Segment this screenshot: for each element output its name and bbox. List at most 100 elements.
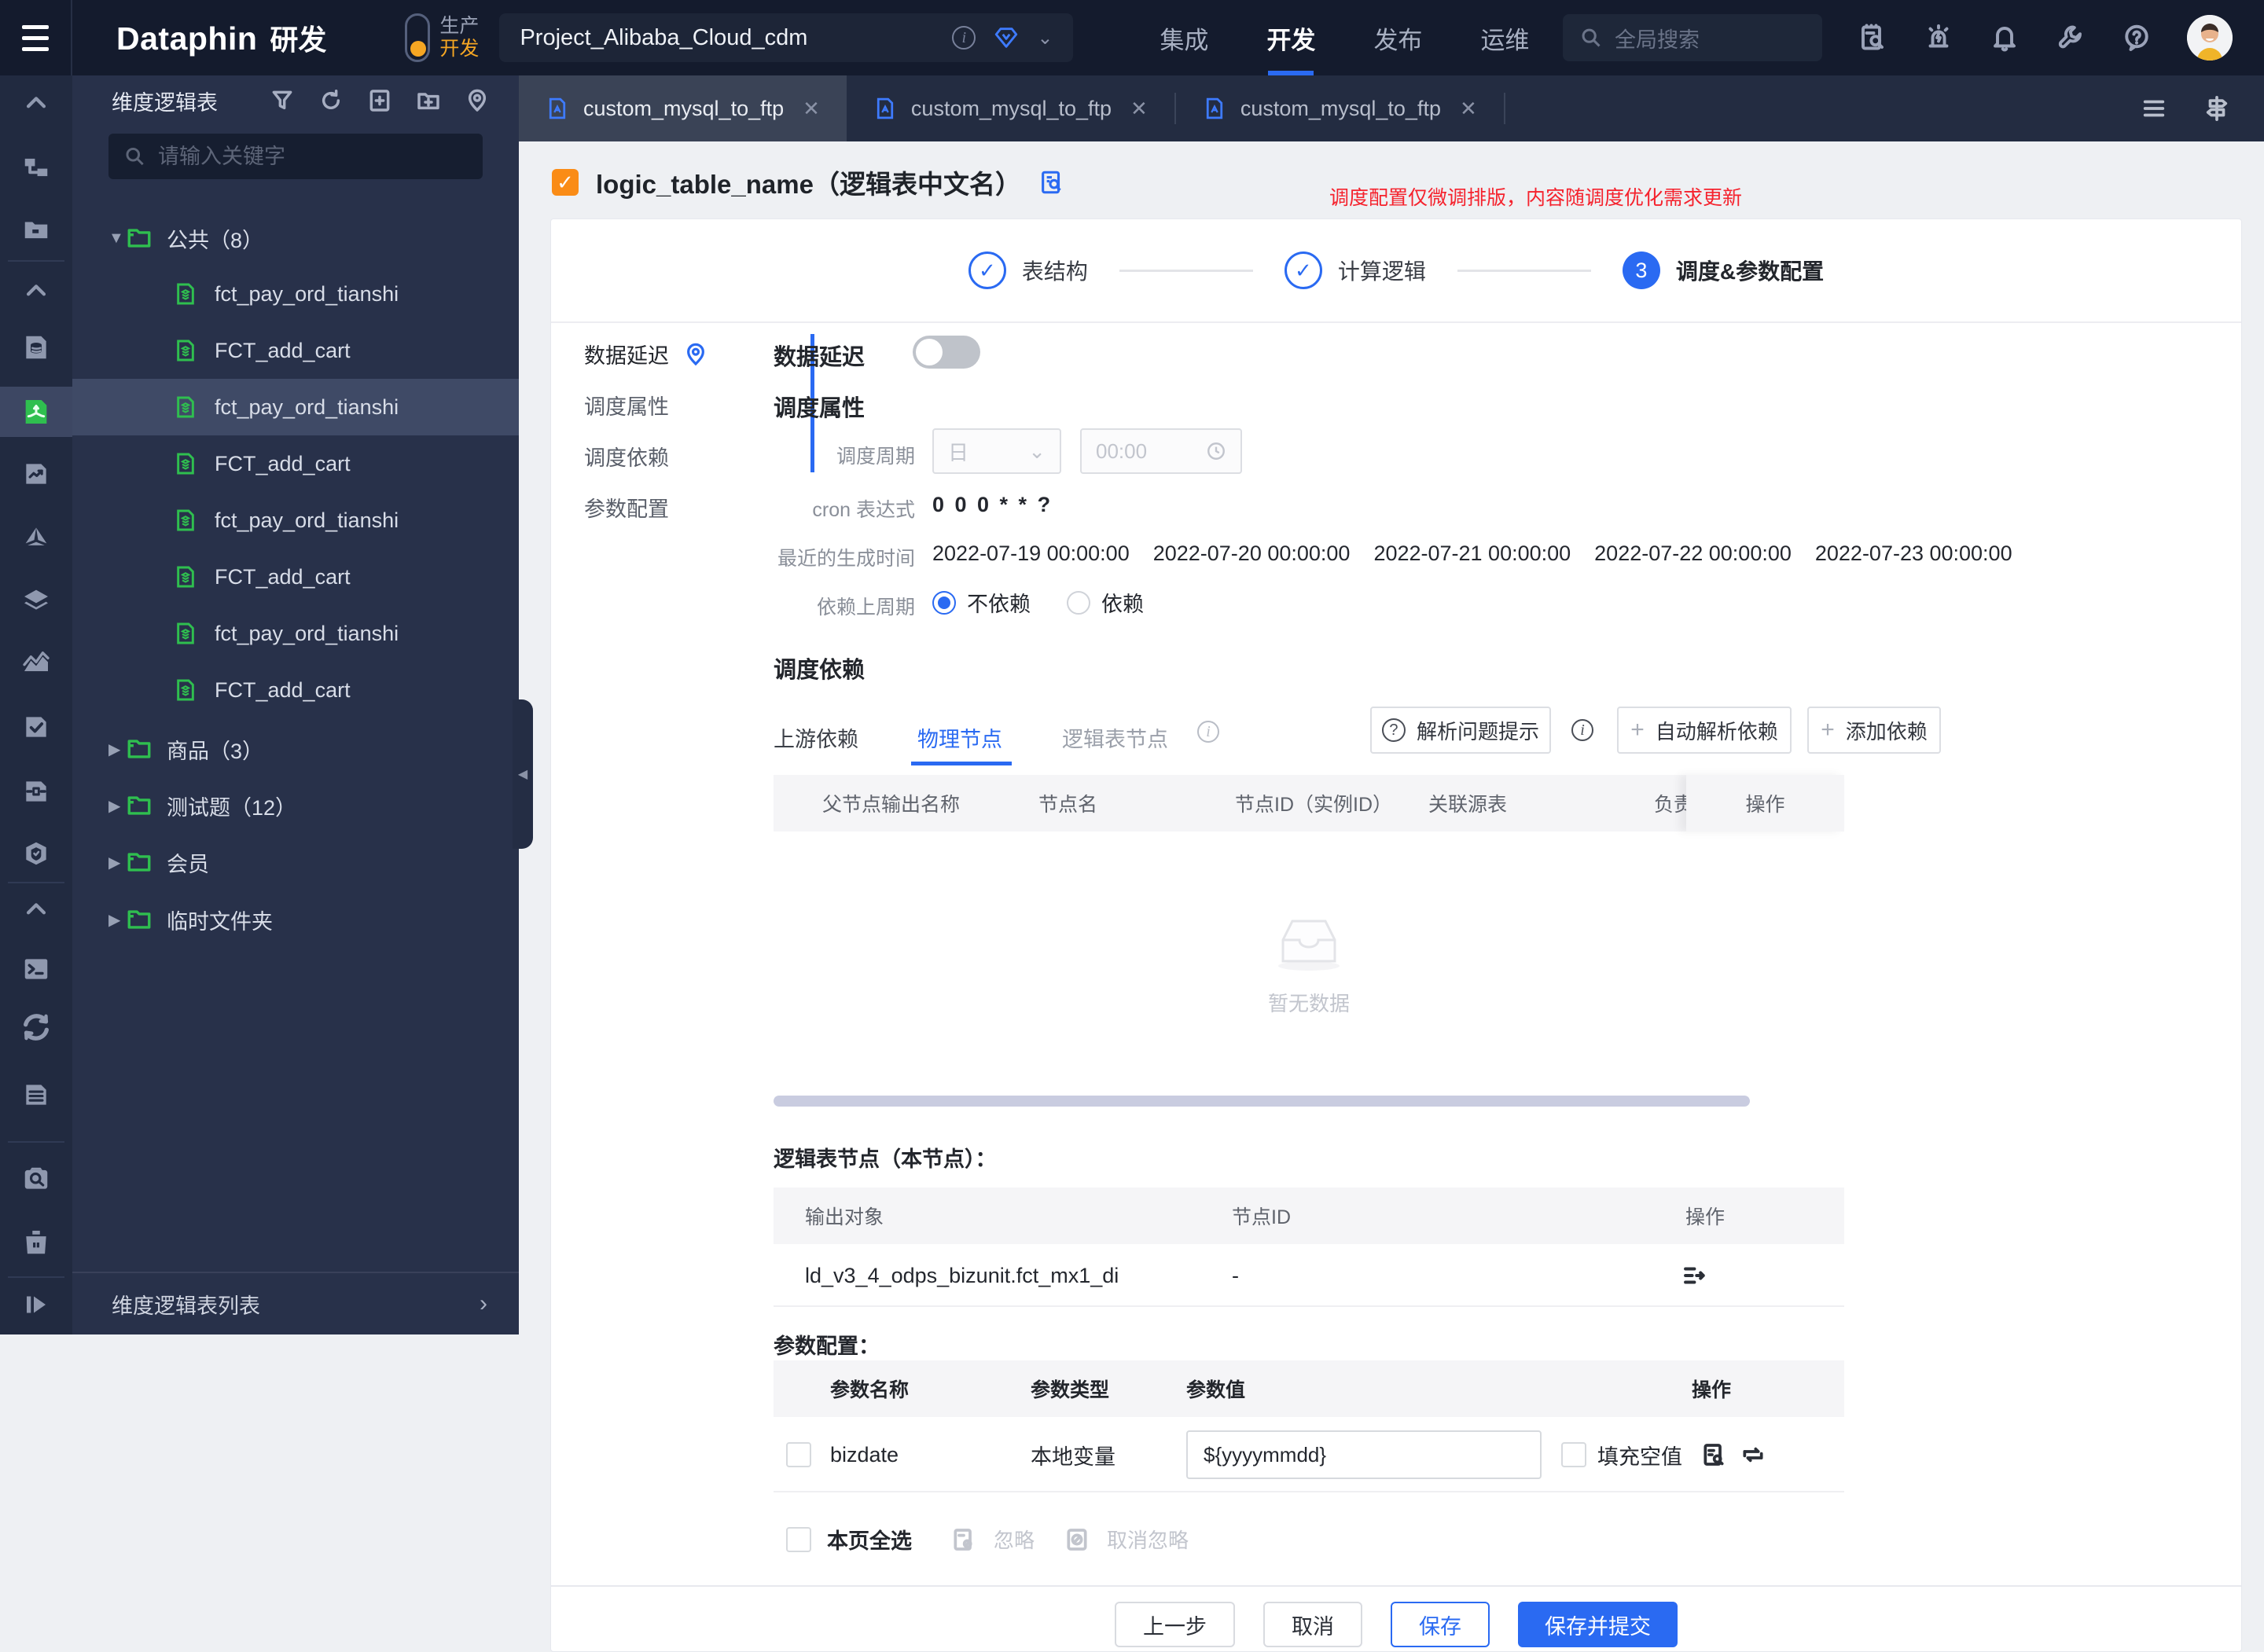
ignore-icon[interactable] (950, 1525, 978, 1554)
anchor-data-delay[interactable]: 数据延迟 (584, 339, 708, 369)
rail-expand-panel-icon[interactable] (20, 1289, 52, 1320)
tree-item[interactable]: fct_pay_ord_tianshi (72, 266, 519, 322)
new-file-icon[interactable] (366, 87, 393, 114)
cancel-ignore-icon[interactable] (1063, 1525, 1091, 1554)
select-all-checkbox[interactable] (786, 1527, 811, 1552)
locate-pin-icon[interactable] (464, 87, 491, 114)
doc-preview-icon[interactable] (1038, 169, 1065, 196)
editor-tab[interactable]: custom_mysql_to_ftp ✕ (519, 75, 847, 141)
row-checkbox[interactable] (786, 1442, 811, 1467)
rail-sync-icon[interactable] (20, 1011, 52, 1043)
env-toggle-track[interactable] (405, 13, 430, 62)
project-info-icon[interactable]: i (952, 26, 976, 50)
editor-tab[interactable]: custom_mysql_to_ftp ✕ (1176, 75, 1504, 141)
help-icon[interactable] (2121, 22, 2152, 53)
data-delay-toggle[interactable] (913, 336, 980, 369)
refresh-icon[interactable] (318, 87, 344, 114)
tree-folder-temp[interactable]: ▶临时文件夹 (72, 891, 519, 948)
tree-folder-member[interactable]: ▶会员 (72, 834, 519, 890)
tree-item[interactable]: FCT_add_cart (72, 662, 519, 718)
parse-hint-button[interactable]: ? 解析问题提示 (1370, 707, 1551, 754)
filter-icon[interactable] (269, 87, 296, 114)
node-detail-icon[interactable] (1679, 1261, 1707, 1290)
auto-parse-dep-button[interactable]: + 自动解析依赖 (1617, 707, 1792, 754)
fill-null-checkbox[interactable] (1561, 1442, 1586, 1467)
add-dep-button[interactable]: + 添加依赖 (1807, 707, 1941, 754)
wrench-tool-icon[interactable] (2055, 22, 2086, 53)
rail-folder-icon[interactable] (20, 214, 52, 245)
prev-step-button[interactable]: 上一步 (1115, 1602, 1235, 1647)
cancel-button[interactable]: 取消 (1263, 1602, 1362, 1647)
tab-upstream-dep[interactable]: 上游依赖 (774, 722, 858, 753)
rail-plug-file-icon[interactable] (20, 776, 52, 807)
tree-item[interactable]: FCT_add_cart (72, 322, 519, 379)
info-icon[interactable]: i (1197, 721, 1219, 743)
tree-item[interactable]: FCT_add_cart (72, 549, 519, 605)
nav-develop[interactable]: 开发 (1266, 0, 1315, 75)
cancel-ignore-label[interactable]: 取消忽略 (1107, 1525, 1189, 1554)
tree-item[interactable]: fct_pay_ord_tianshi (72, 492, 519, 549)
panel-collapse-handle[interactable]: ◀ (513, 699, 533, 849)
hamburger-menu-icon[interactable] (0, 0, 72, 75)
tree-folder-public[interactable]: ▼ 公共（8） (72, 210, 519, 266)
rail-search-box-icon[interactable] (20, 1163, 52, 1195)
caret-right-icon[interactable]: ▶ (108, 910, 124, 930)
tree-item[interactable]: fct_pay_ord_tianshi (72, 605, 519, 662)
step-table-structure[interactable]: ✓ 表结构 (968, 251, 1088, 289)
rail-logic-table-icon-active[interactable] (20, 396, 52, 428)
param-value-input[interactable] (1186, 1430, 1542, 1479)
radio-no-dep[interactable] (932, 591, 956, 615)
user-avatar[interactable] (2187, 15, 2233, 61)
rail-dataflow-icon[interactable] (20, 152, 52, 183)
close-icon[interactable]: ✕ (1130, 97, 1148, 121)
rail-terminal-icon[interactable] (20, 953, 52, 985)
rail-server-file-icon[interactable] (20, 1079, 52, 1111)
tree-folder-goods[interactable]: ▶商品（3） (72, 721, 519, 777)
caret-right-icon[interactable]: ▶ (108, 853, 124, 872)
nav-ops[interactable]: 运维 (1480, 0, 1529, 75)
radio-dep[interactable] (1067, 591, 1090, 615)
tree-search-box[interactable] (108, 134, 483, 179)
tree-search-input[interactable] (158, 145, 467, 169)
nav-publish[interactable]: 发布 (1373, 0, 1422, 75)
param-doc-icon[interactable] (1700, 1441, 1728, 1469)
step-schedule-params[interactable]: 3 调度&参数配置 (1623, 251, 1824, 289)
ignore-label[interactable]: 忽略 (994, 1525, 1035, 1554)
param-reset-icon[interactable] (1739, 1441, 1767, 1469)
time-input[interactable]: 00:00 (1080, 428, 1242, 474)
rail-collapse-up-icon[interactable] (20, 87, 52, 119)
tab-physical-node[interactable]: 物理节点 (917, 722, 1002, 753)
editor-tab[interactable]: custom_mysql_to_ftp ✕ (847, 75, 1174, 141)
project-chevron-down-icon[interactable]: ⌄ (1037, 27, 1053, 50)
title-checkbox[interactable]: ✓ (552, 169, 579, 196)
anchor-sched-props[interactable]: 调度属性 (584, 390, 669, 420)
anchor-params[interactable]: 参数配置 (584, 492, 669, 523)
save-submit-button[interactable]: 保存并提交 (1518, 1602, 1678, 1647)
cycle-select[interactable]: 日 ⌄ (932, 428, 1061, 474)
rail-dimension-table-icon[interactable] (20, 332, 52, 363)
info-icon[interactable]: i (1571, 719, 1593, 741)
caret-right-icon[interactable]: ▶ (108, 740, 124, 759)
close-icon[interactable]: ✕ (1460, 97, 1477, 121)
new-folder-icon[interactable] (415, 87, 442, 114)
caret-down-icon[interactable]: ▼ (108, 229, 124, 248)
rail-collapse-up3-icon[interactable] (20, 894, 52, 925)
rail-collapse-up2-icon[interactable] (20, 275, 52, 307)
alarm-tool-icon[interactable] (1923, 22, 1954, 53)
tab-list-icon[interactable] (2138, 93, 2170, 124)
panel-footer-link[interactable]: 维度逻辑表列表 › (72, 1272, 519, 1334)
tree-item-selected[interactable]: fct_pay_ord_tianshi (72, 379, 519, 435)
rail-trash-icon[interactable] (20, 1227, 52, 1258)
guidepost-icon[interactable] (2201, 93, 2233, 124)
close-icon[interactable]: ✕ (803, 97, 820, 121)
tab-logic-node[interactable]: 逻辑表节点 (1062, 722, 1168, 753)
rail-shield-box-icon[interactable] (20, 838, 52, 869)
rail-layers-icon[interactable] (20, 585, 52, 616)
nav-integration[interactable]: 集成 (1160, 0, 1208, 75)
step-compute-logic[interactable]: ✓ 计算逻辑 (1285, 251, 1426, 289)
doc-search-tool-icon[interactable] (1857, 22, 1888, 53)
rail-check-file-icon[interactable] (20, 711, 52, 743)
caret-right-icon[interactable]: ▶ (108, 796, 124, 816)
global-search-input[interactable]: 全局搜索 (1563, 14, 1822, 61)
env-toggle[interactable]: 生产 开发 (405, 13, 479, 62)
